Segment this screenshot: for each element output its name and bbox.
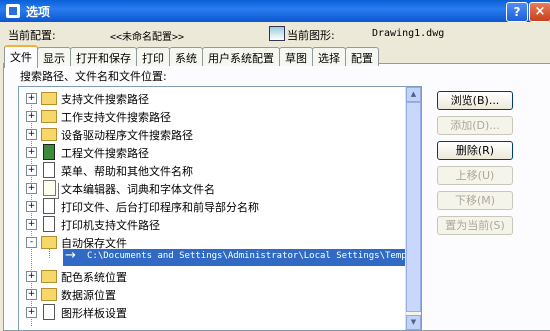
current-drawing-label: 当前图形: <box>287 29 335 42</box>
file-locations-tree[interactable]: + 支持文件搜索路径 + 工作支持文件搜索路径 + 设备驱动程序文件搜索路径 +… <box>18 86 422 331</box>
tab-system[interactable]: 系统 <box>169 47 203 66</box>
tree-item-label: 图形样板设置 <box>61 307 127 320</box>
tree-item[interactable]: + 数据源位置 <box>19 285 405 303</box>
title-bar: 选项 ? × <box>0 0 550 22</box>
expand-icon[interactable]: + <box>26 289 37 300</box>
autosave-path-text: C:\Documents and Settings\Administrator\… <box>87 251 413 261</box>
tree-item-label: 设备驱动程序文件搜索路径 <box>61 129 193 142</box>
expand-icon[interactable]: + <box>26 93 37 104</box>
tab-open-save[interactable]: 打开和保存 <box>70 47 137 66</box>
window-title: 选项 <box>26 5 51 19</box>
move-down-button[interactable]: 下移(M) <box>437 191 513 210</box>
vertical-scrollbar[interactable]: ▲ ▼ <box>405 87 421 330</box>
tree-item-label: 菜单、帮助和其他文件名称 <box>61 165 193 178</box>
expand-icon[interactable]: + <box>26 183 37 194</box>
scroll-up-icon[interactable]: ▲ <box>406 87 421 102</box>
scroll-thumb[interactable] <box>406 102 421 312</box>
expand-icon[interactable]: + <box>26 271 37 282</box>
expand-icon[interactable]: + <box>26 307 37 318</box>
document-icon <box>43 198 55 214</box>
tree-item-label: 数据源位置 <box>61 289 116 302</box>
tree-item[interactable]: + 打印文件、后台打印程序和前导部分名称 <box>19 197 405 215</box>
tree-item[interactable]: + 工作支持文件搜索路径 <box>19 107 405 125</box>
tree-item[interactable]: + 文本编辑器、词典和字体文件名 <box>19 179 405 197</box>
folder-icon <box>41 92 57 105</box>
expand-icon[interactable]: + <box>26 147 37 158</box>
expand-icon[interactable]: + <box>26 219 37 230</box>
tree-item[interactable]: + 设备驱动程序文件搜索路径 <box>19 125 405 143</box>
folder-icon <box>41 128 57 141</box>
tree-item-label: 工作支持文件搜索路径 <box>61 111 171 124</box>
move-up-button[interactable]: 上移(U) <box>437 166 513 185</box>
tab-plot[interactable]: 打印 <box>136 47 170 66</box>
drawing-icon <box>269 26 285 41</box>
folder-icon <box>41 288 57 301</box>
tab-profiles[interactable]: 配置 <box>345 47 379 66</box>
folder-icon <box>41 236 57 249</box>
scroll-down-icon[interactable]: ▼ <box>406 315 421 330</box>
arrow-icon: → <box>65 248 76 263</box>
tree-item[interactable]: + 支持文件搜索路径 <box>19 89 405 107</box>
tree-item-label: 配色系统位置 <box>61 271 127 284</box>
tree-item[interactable]: + 打印机支持文件路径 <box>19 215 405 233</box>
collapse-icon[interactable]: - <box>26 237 37 248</box>
close-button[interactable]: × <box>529 2 550 22</box>
project-icon <box>43 144 55 160</box>
tree-item[interactable]: + 配色系统位置 <box>19 267 405 285</box>
expand-icon[interactable]: + <box>26 201 37 212</box>
document-icon <box>43 180 56 196</box>
add-button[interactable]: 添加(D)... <box>437 116 513 135</box>
folder-icon <box>41 110 57 123</box>
tab-drafting[interactable]: 草图 <box>279 47 313 66</box>
tree-item[interactable]: + 工程文件搜索路径 <box>19 143 405 161</box>
document-icon <box>43 216 55 232</box>
current-drawing-value: Drawing1.dwg <box>372 28 445 39</box>
current-config-label: 当前配置: <box>8 29 56 42</box>
expand-icon[interactable]: + <box>26 111 37 122</box>
remove-button[interactable]: 删除(R) <box>437 141 513 160</box>
tab-display[interactable]: 显示 <box>37 47 71 66</box>
tab-user-preferences[interactable]: 用户系统配置 <box>202 47 280 66</box>
tree-item[interactable]: + 图形样板设置 <box>19 303 405 321</box>
help-button[interactable]: ? <box>506 2 528 22</box>
search-paths-label: 搜索路径、文件名和文件位置: <box>20 70 167 83</box>
expand-icon[interactable]: + <box>26 165 37 176</box>
tab-strip: 文件 显示 打开和保存 打印 系统 用户系统配置 草图 选择 配置 <box>4 45 379 68</box>
document-icon <box>43 162 55 178</box>
folder-icon <box>41 270 57 283</box>
autosave-path-item[interactable]: → C:\Documents and Settings\Administrato… <box>63 248 412 266</box>
current-config-value: <<未命名配置>> <box>110 32 185 43</box>
tree-item-label: 工程文件搜索路径 <box>61 147 149 160</box>
tab-selection[interactable]: 选择 <box>312 47 346 66</box>
document-icon <box>43 304 55 320</box>
tree-item-label: 支持文件搜索路径 <box>61 93 149 106</box>
tree-item[interactable]: + 菜单、帮助和其他文件名称 <box>19 161 405 179</box>
tab-files[interactable]: 文件 <box>4 45 38 68</box>
browse-button[interactable]: 浏览(B)... <box>437 91 513 110</box>
tree-item-label: 打印机支持文件路径 <box>61 219 160 232</box>
tree-item-label: 文本编辑器、词典和字体文件名 <box>61 183 215 196</box>
app-icon <box>6 4 20 18</box>
expand-icon[interactable]: + <box>26 129 37 140</box>
tree-item-label: 打印文件、后台打印程序和前导部分名称 <box>61 201 259 214</box>
set-current-button[interactable]: 置为当前(S) <box>437 216 513 235</box>
